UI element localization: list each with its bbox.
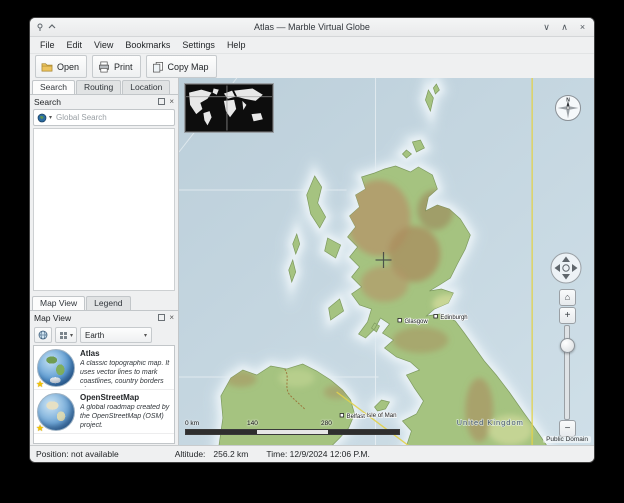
minimize-button[interactable]: ∨ xyxy=(541,22,552,33)
menu-help[interactable]: Help xyxy=(221,38,252,53)
print-button[interactable]: Print xyxy=(92,55,141,78)
projection-button[interactable]: ▾ xyxy=(55,327,77,343)
toolbar: Open Print Copy Map xyxy=(30,54,594,80)
menubar: File Edit View Bookmarks Settings Help xyxy=(30,37,594,54)
copy-icon xyxy=(152,61,164,73)
print-button-label: Print xyxy=(114,62,133,72)
globe-icon xyxy=(38,330,48,340)
theme-name: OpenStreetMap xyxy=(80,393,171,403)
compass-rose[interactable]: N xyxy=(554,94,582,122)
global-search-box: ▾ xyxy=(33,109,175,126)
mapview-dock-header: Map View × xyxy=(30,311,178,324)
tab-map-view[interactable]: Map View xyxy=(32,296,85,310)
home-button[interactable]: ⌂ xyxy=(559,289,576,306)
tab-routing[interactable]: Routing xyxy=(76,80,121,94)
search-scope-dropdown-icon[interactable]: ▾ xyxy=(49,114,52,121)
tab-search[interactable]: Search xyxy=(32,80,75,94)
copy-map-button[interactable]: Copy Map xyxy=(146,55,217,78)
float-panel-icon[interactable] xyxy=(158,314,165,321)
scale-label: 280 xyxy=(321,420,332,427)
zoom-out-button[interactable]: − xyxy=(559,420,576,437)
map-attribution: Public Domain xyxy=(543,436,591,443)
theme-name: Atlas xyxy=(80,349,171,359)
chevron-down-icon: ▾ xyxy=(144,332,147,339)
sidebar: Search Routing Location Search × ▾ xyxy=(30,78,179,446)
menu-settings[interactable]: Settings xyxy=(176,38,221,53)
mapview-dock-title: Map View xyxy=(34,313,154,323)
menu-file[interactable]: File xyxy=(34,38,61,53)
tab-location[interactable]: Location xyxy=(122,80,170,94)
maximize-button[interactable]: ∧ xyxy=(559,22,570,33)
favorite-star-icon[interactable]: ★ xyxy=(36,380,44,389)
atlas-globe-thumbnail: ★ xyxy=(37,349,75,387)
celestial-body-value: Earth xyxy=(85,331,104,340)
printer-icon xyxy=(98,61,110,73)
statusbar: Position: not available Altitude: 256.2 … xyxy=(30,445,594,462)
scale-label: 0 km xyxy=(185,420,199,427)
map-scale-bar: 0 km 140 280 xyxy=(185,420,401,437)
tab-legend[interactable]: Legend xyxy=(86,296,130,310)
close-panel-icon[interactable]: × xyxy=(169,314,174,322)
overview-world-map[interactable] xyxy=(185,84,273,132)
chevron-down-icon: ▾ xyxy=(70,332,73,339)
zoom-slider-handle[interactable] xyxy=(560,338,575,353)
status-altitude-value: 256.2 km xyxy=(213,449,248,459)
keep-above-icon[interactable] xyxy=(48,23,56,31)
isle-of-man-label: Isle of Man xyxy=(366,412,397,419)
marble-window: Atlas — Marble Virtual Globe ∨ ∧ × File … xyxy=(30,18,594,462)
copy-map-button-label: Copy Map xyxy=(168,62,209,72)
status-position: Position: not available xyxy=(36,449,119,459)
open-button-label: Open xyxy=(57,62,79,72)
menu-bookmarks[interactable]: Bookmarks xyxy=(119,38,176,53)
theme-description: A classic topographic map. It uses vecto… xyxy=(80,360,171,387)
desktop-background: Atlas — Marble Virtual Globe ∨ ∧ × File … xyxy=(0,0,624,503)
search-dock-title: Search xyxy=(34,97,154,107)
close-button[interactable]: × xyxy=(577,22,588,33)
map-theme-list: ★ Atlas A classic topographic map. It us… xyxy=(33,345,175,444)
theme-item-openstreetmap[interactable]: ★ OpenStreetMap A global roadmap created… xyxy=(34,390,174,434)
float-panel-icon[interactable] xyxy=(158,98,165,105)
menu-view[interactable]: View xyxy=(88,38,119,53)
map-viewport[interactable]: Glasgow Edinburgh Belfast Isle of Man Un… xyxy=(179,78,594,446)
close-panel-icon[interactable]: × xyxy=(169,98,174,106)
titlebar[interactable]: Atlas — Marble Virtual Globe ∨ ∧ × xyxy=(30,18,594,37)
celestial-body-select[interactable]: Earth ▾ xyxy=(80,327,152,343)
mapview-controls: ▾ Earth ▾ xyxy=(30,324,178,345)
open-button[interactable]: Open xyxy=(35,55,87,78)
scale-bar-segments xyxy=(185,429,400,435)
zoom-in-button[interactable]: + xyxy=(559,307,576,324)
search-results-list[interactable] xyxy=(33,128,175,291)
theme-description: A global roadmap created by the OpenStre… xyxy=(80,404,171,430)
glasgow-label: Glasgow xyxy=(404,319,428,325)
sidebar-top-tabs: Search Routing Location xyxy=(30,78,178,95)
edinburgh-label: Edinburgh xyxy=(440,315,467,321)
celestial-body-button[interactable] xyxy=(34,327,52,343)
grid-icon xyxy=(59,331,68,340)
window-title: Atlas — Marble Virtual Globe xyxy=(30,22,594,32)
scale-label: 140 xyxy=(247,420,258,427)
status-altitude-label: Altitude: xyxy=(175,449,206,459)
osm-globe-thumbnail: ★ xyxy=(37,393,75,431)
pin-icon[interactable] xyxy=(36,23,44,31)
search-globe-icon[interactable] xyxy=(37,113,47,123)
pan-navigation-pad[interactable] xyxy=(549,251,583,285)
search-dock-header: Search × xyxy=(30,95,178,108)
theme-item-atlas[interactable]: ★ Atlas A classic topographic map. It us… xyxy=(34,346,174,390)
global-search-input[interactable] xyxy=(54,112,171,123)
status-time: Time: 12/9/2024 12:06 P.M. xyxy=(266,449,369,459)
sidebar-bottom-tabs: Map View Legend xyxy=(30,294,178,311)
united-kingdom-label: United Kingdom xyxy=(457,418,524,427)
favorite-star-icon[interactable]: ★ xyxy=(36,424,44,433)
open-folder-icon xyxy=(41,61,53,72)
map-canvas[interactable]: Glasgow Edinburgh Belfast Isle of Man Un… xyxy=(179,78,594,446)
menu-edit[interactable]: Edit xyxy=(61,38,89,53)
